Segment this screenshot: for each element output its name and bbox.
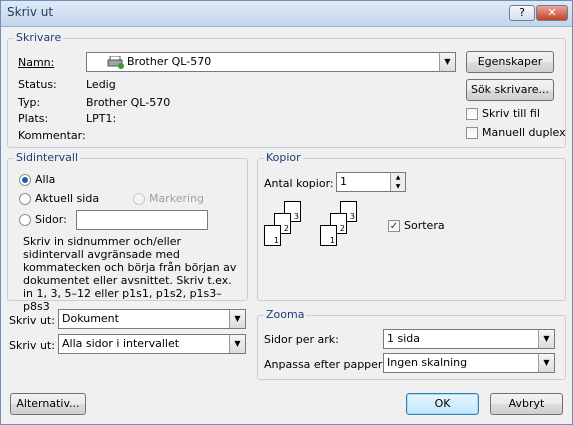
copies-count-value: 1 (340, 175, 347, 188)
scale-label: Anpassa efter papper: (264, 358, 386, 371)
collate-page-1a: 1 (264, 225, 281, 246)
pages-help-text: Skriv in sidnummer och/eller sidinterval… (23, 235, 237, 313)
print-range-select[interactable]: Alla sidor i intervallet ▼ (58, 334, 246, 354)
current-page-radio[interactable] (19, 193, 31, 205)
properties-button[interactable]: Egenskaper (466, 51, 554, 73)
options-button[interactable]: Alternativ... (10, 393, 86, 415)
title-bar: Skriv ut ? ✕ (1, 1, 572, 27)
chevron-down-icon[interactable]: ▼ (538, 330, 554, 348)
scale-value: Ingen skalning (387, 356, 468, 369)
pages-per-sheet-label: Sidor per ark: (264, 333, 339, 346)
print-what-label: Skriv ut: (9, 314, 55, 327)
cancel-button[interactable]: Avbryt (490, 393, 563, 415)
chevron-down-icon[interactable]: ▼ (229, 335, 245, 353)
print-dialog: Skriv ut ? ✕ Skrivare Namn: Brother QL-5… (0, 0, 573, 425)
print-what-value: Dokument (62, 312, 119, 325)
pages-per-sheet-value: 1 sida (387, 332, 421, 345)
zoom-legend: Zooma (264, 308, 307, 321)
status-label: Status: (18, 78, 57, 91)
type-value: Brother QL-570 (86, 96, 171, 109)
print-what-select[interactable]: Dokument ▼ (58, 309, 246, 329)
manual-duplex-checkbox[interactable] (466, 127, 478, 139)
ok-button[interactable]: OK (406, 393, 479, 415)
help-button[interactable]: ? (509, 5, 535, 21)
collate-checkbox[interactable]: ✓ (388, 220, 400, 232)
printer-name-label: Namn: (18, 56, 55, 69)
pages-input[interactable] (76, 210, 208, 230)
type-label: Typ: (18, 96, 41, 109)
comment-label: Kommentar: (18, 129, 86, 142)
find-printer-button[interactable]: Sök skrivare... (466, 79, 554, 101)
printer-legend: Skrivare (14, 31, 64, 44)
copies-count-input[interactable]: 1 ▲ ▼ (336, 172, 406, 192)
scale-select[interactable]: Ingen skalning ▼ (383, 353, 555, 373)
pages-label[interactable]: Sidor: (35, 213, 67, 226)
print-range-label: Skriv ut: (9, 339, 55, 352)
selection-radio (133, 193, 145, 205)
copies-spinner[interactable]: ▲ ▼ (390, 173, 405, 191)
print-to-file-checkbox[interactable] (466, 108, 478, 120)
manual-duplex-label[interactable]: Manuell duplex (482, 126, 566, 139)
collate-page-1b: 1 (320, 225, 337, 246)
print-to-file-label[interactable]: Skriv till fil (482, 107, 540, 120)
pages-radio[interactable] (19, 214, 31, 226)
printer-name-value: Brother QL-570 (127, 55, 212, 68)
status-value: Ledig (86, 78, 116, 91)
selection-label: Markering (149, 192, 205, 205)
chevron-down-icon[interactable]: ▼ (538, 354, 554, 372)
chevron-down-icon[interactable]: ▼ (439, 53, 455, 71)
close-button[interactable]: ✕ (536, 5, 568, 21)
collate-label[interactable]: Sortera (404, 219, 445, 232)
printer-icon (107, 55, 125, 69)
all-pages-label[interactable]: Alla (35, 173, 55, 186)
print-range-value: Alla sidor i intervallet (62, 337, 180, 350)
printer-name-select[interactable]: Brother QL-570 ▼ (86, 52, 456, 72)
pages-per-sheet-select[interactable]: 1 sida ▼ (383, 329, 555, 349)
all-pages-radio[interactable] (19, 174, 31, 186)
location-value: LPT1: (86, 112, 117, 125)
copies-count-label: Antal kopior: (264, 177, 334, 190)
location-label: Plats: (18, 112, 49, 125)
current-page-label[interactable]: Aktuell sida (35, 192, 99, 205)
window-title: Skriv ut (7, 5, 54, 19)
page-range-legend: Sidintervall (14, 151, 81, 164)
copies-legend: Kopior (264, 151, 303, 164)
chevron-down-icon[interactable]: ▼ (229, 310, 245, 328)
